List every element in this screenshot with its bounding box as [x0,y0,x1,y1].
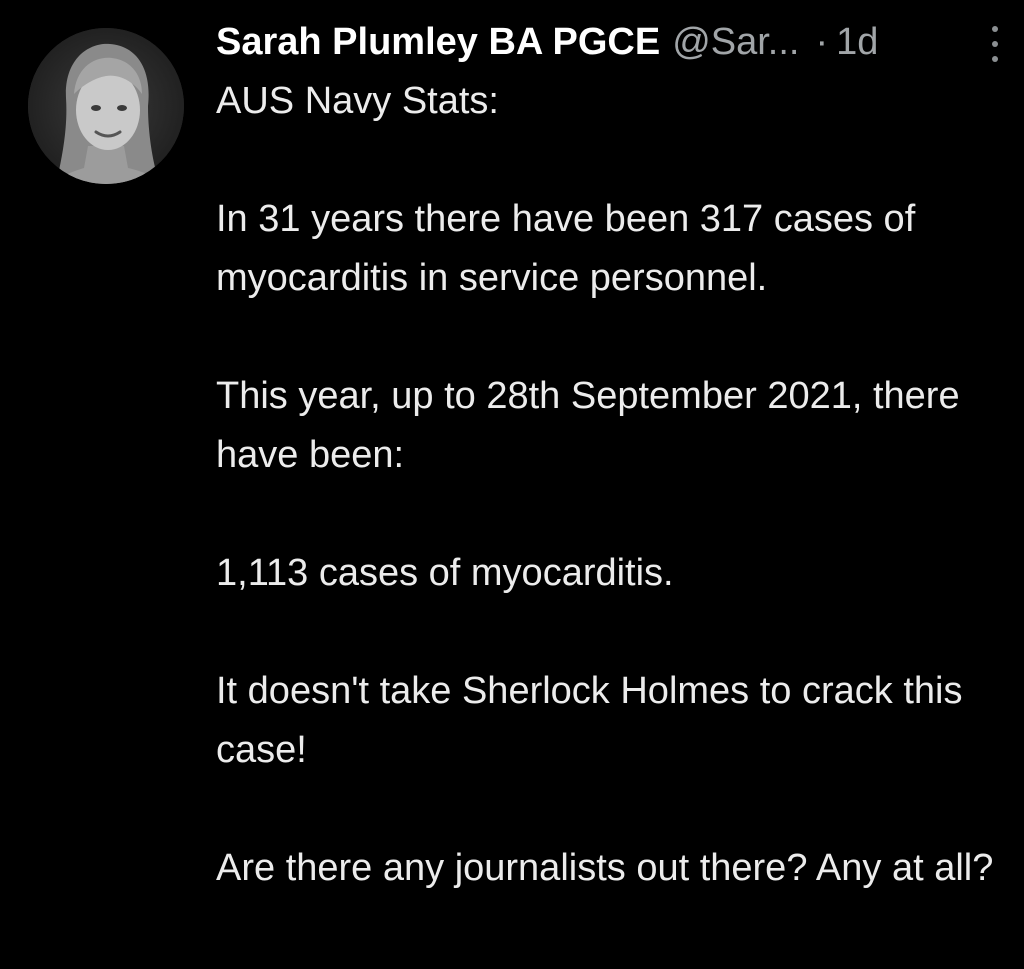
vertical-ellipsis-icon-dot [992,56,998,62]
header-separator: · [815,21,829,63]
author-display-name[interactable]: Sarah Plumley BA PGCE [216,14,660,70]
tweet-body: AUS Navy Stats: In 31 years there have b… [216,72,1016,898]
vertical-ellipsis-icon-dot [992,41,998,47]
author-handle[interactable]: @Sar... [672,14,799,70]
profile-photo-icon [28,28,184,184]
more-options-button[interactable] [986,22,1006,66]
tweet-timestamp[interactable]: 1d [836,14,878,70]
tweet-paragraph: AUS Navy Stats: [216,80,499,122]
tweet-paragraph: 1,113 cases of myocarditis. [216,552,674,594]
tweet-paragraph: This year, up to 28th September 2021, th… [216,375,960,476]
tweet-header: Sarah Plumley BA PGCE @Sar... · 1d [216,14,1006,70]
tweet-paragraph: Are there any journalists out there? Any… [216,847,994,889]
vertical-ellipsis-icon [992,26,998,32]
tweet-paragraph: It doesn't take Sherlock Holmes to crack… [216,670,963,771]
tweet: Sarah Plumley BA PGCE @Sar... · 1d AUS N… [0,0,1024,969]
avatar[interactable] [28,28,184,184]
tweet-paragraph: In 31 years there have been 317 cases of… [216,198,916,299]
